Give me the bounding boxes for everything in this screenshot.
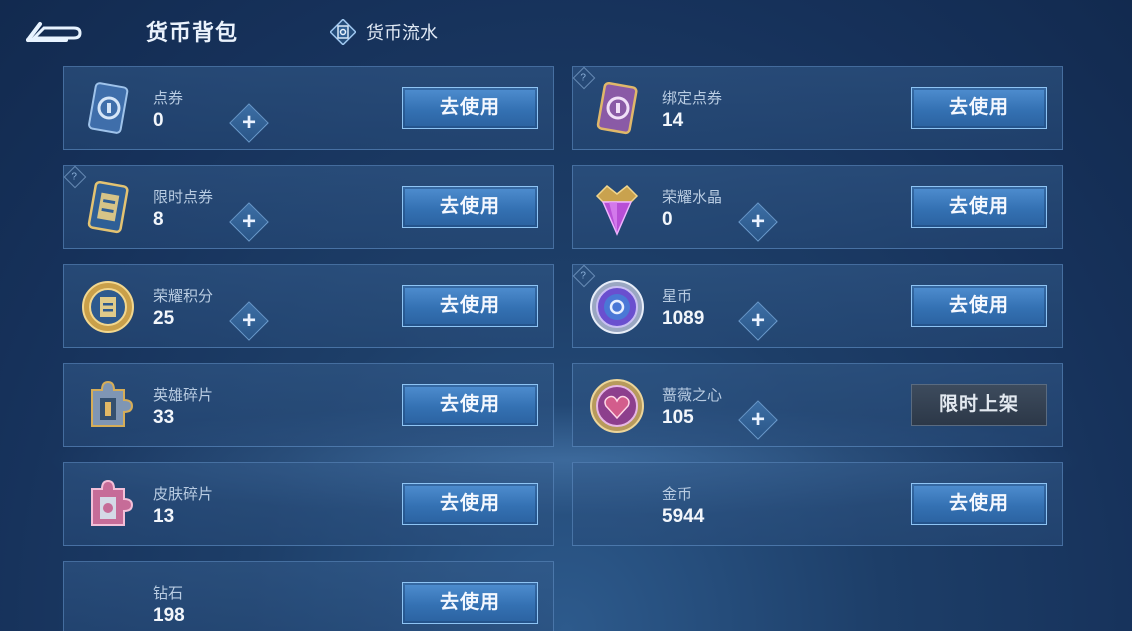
currency-count: 13 [153, 506, 175, 527]
currency-card-diamond: 钻石 198 去使用 [63, 561, 554, 631]
skin-fragment-icon [78, 475, 138, 535]
glory-points-icon [78, 277, 138, 337]
page-title: 货币背包 [146, 20, 239, 45]
currency-name: 英雄碎片 [153, 387, 214, 404]
currency-card-hero-fragment: 英雄碎片 33 去使用 [63, 363, 554, 447]
currency-count: 105 [662, 407, 694, 428]
currency-count: 0 [153, 110, 164, 131]
header-bar: 货币背包 货币流水 [0, 0, 1132, 62]
add-button[interactable]: + [229, 301, 269, 341]
currency-flow-icon [330, 19, 356, 45]
use-button[interactable]: 去使用 [402, 483, 538, 525]
plus-icon: + [750, 208, 765, 235]
star-coin-icon [587, 277, 647, 337]
add-button[interactable]: + [738, 301, 778, 341]
bound-coupon-icon [587, 79, 647, 139]
plus-icon: + [750, 406, 765, 433]
currency-card-skin-fragment: 皮肤碎片 13 去使用 [63, 462, 554, 546]
currency-card-bound-coupon: ? 绑定点券 14 去使用 [572, 66, 1063, 150]
use-button[interactable]: 去使用 [911, 285, 1047, 327]
currency-count: 198 [153, 605, 185, 626]
currency-card-rose-heart: 蔷薇之心 105 + 限时上架 [572, 363, 1063, 447]
currency-count: 8 [153, 209, 164, 230]
use-button[interactable]: 去使用 [402, 582, 538, 624]
currency-flow-label: 货币流水 [366, 23, 438, 43]
hero-fragment-icon [78, 376, 138, 436]
currency-card-gold-coin: 金币 5944 去使用 [572, 462, 1063, 546]
currency-card-glory-crystal: 荣耀水晶 0 + 去使用 [572, 165, 1063, 249]
currency-card-glory-points: 荣耀积分 25 + 去使用 [63, 264, 554, 348]
glory-crystal-icon [587, 178, 647, 238]
use-button[interactable]: 去使用 [911, 483, 1047, 525]
currency-name: 点券 [153, 90, 184, 107]
use-button[interactable]: 去使用 [402, 384, 538, 426]
currency-card-limited-coupon: ? 限时点券 8 + 去使用 [63, 165, 554, 249]
currency-name: 荣耀水晶 [662, 189, 723, 206]
rose-heart-icon [587, 376, 647, 436]
plus-icon: + [750, 307, 765, 334]
add-button[interactable]: + [738, 202, 778, 242]
add-button[interactable]: + [738, 400, 778, 440]
plus-icon: + [241, 307, 256, 334]
currency-count: 14 [662, 110, 684, 131]
use-button[interactable]: 去使用 [402, 87, 538, 129]
back-arrow-icon [26, 22, 82, 42]
currency-name: 荣耀积分 [153, 288, 214, 305]
currency-name: 绑定点券 [662, 90, 723, 107]
use-button[interactable]: 去使用 [911, 186, 1047, 228]
currency-count: 0 [662, 209, 673, 230]
currency-flow-link[interactable]: 货币流水 [330, 19, 438, 45]
limited-listing-button[interactable]: 限时上架 [911, 384, 1047, 426]
currency-card-coupon: 点券 0 + 去使用 [63, 66, 554, 150]
add-button[interactable]: + [229, 202, 269, 242]
use-button[interactable]: 去使用 [402, 186, 538, 228]
currency-card-star-coin: ? 星币 1089 + 去使用 [572, 264, 1063, 348]
currency-count: 33 [153, 407, 175, 428]
use-button[interactable]: 去使用 [911, 87, 1047, 129]
currency-count: 25 [153, 308, 175, 329]
currency-name: 皮肤碎片 [153, 486, 214, 503]
add-button[interactable]: + [229, 103, 269, 143]
coupon-icon [78, 79, 138, 139]
plus-icon: + [241, 208, 256, 235]
plus-icon: + [241, 109, 256, 136]
currency-name: 钻石 [153, 585, 184, 602]
currency-name: 星币 [662, 288, 693, 305]
currency-name: 金币 [662, 486, 693, 503]
currency-count: 1089 [662, 308, 705, 329]
currency-count: 5944 [662, 506, 705, 527]
currency-name: 限时点券 [153, 189, 214, 206]
use-button[interactable]: 去使用 [402, 285, 538, 327]
back-button[interactable] [26, 16, 82, 46]
currency-name: 蔷薇之心 [662, 387, 723, 404]
limited-coupon-icon [78, 178, 138, 238]
